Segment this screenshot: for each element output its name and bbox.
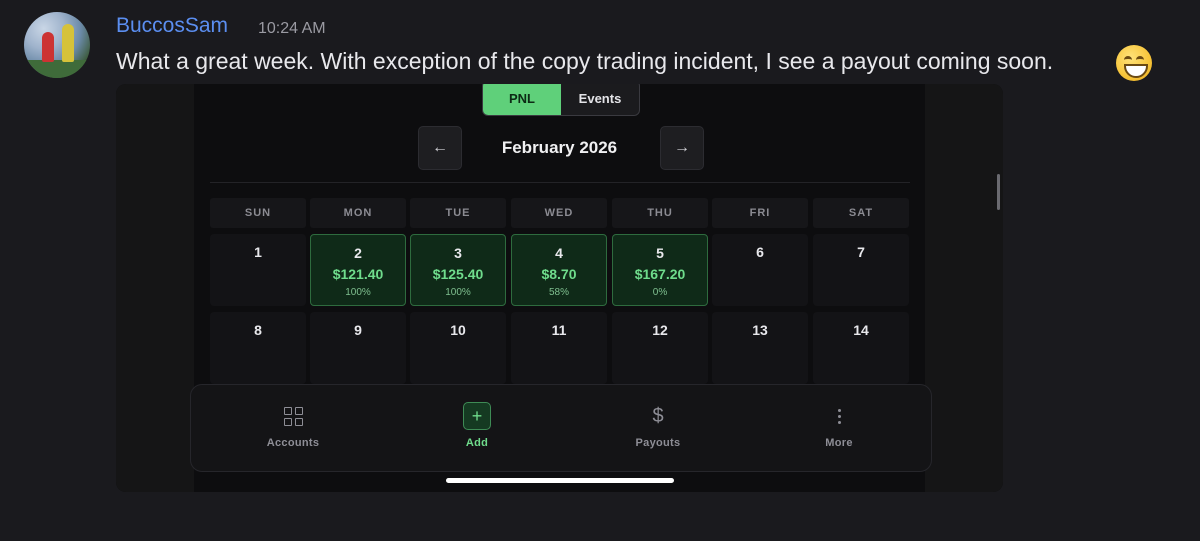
calendar-day[interactable]: 8: [210, 312, 306, 384]
calendar-day[interactable]: 10: [410, 312, 506, 384]
grinning-face-emoji-icon: [1116, 45, 1152, 81]
day-number: 2: [354, 245, 362, 261]
calendar-day[interactable]: 5 $167.20 0%: [612, 234, 708, 306]
day-percent: 58%: [548, 287, 569, 298]
avatar-ground: [24, 60, 90, 78]
day-number: 12: [652, 322, 668, 338]
weekday-fri: FRI: [712, 198, 808, 228]
weekday-thu: THU: [612, 198, 708, 228]
month-title: February 2026: [501, 138, 618, 157]
weekday-mon: MON: [310, 198, 406, 228]
nav-accounts-label: Accounts: [266, 437, 320, 449]
nav-add-label: Add: [465, 437, 489, 449]
calendar-day[interactable]: 3 $125.40 100%: [410, 234, 506, 306]
username[interactable]: BuccosSam: [116, 14, 228, 38]
day-number: 9: [354, 322, 362, 338]
home-indicator[interactable]: [446, 478, 674, 483]
day-number: 8: [254, 322, 262, 338]
day-percent: 0%: [652, 287, 668, 298]
calendar-day[interactable]: 14: [813, 312, 909, 384]
day-percent: 100%: [345, 287, 371, 298]
calendar-day[interactable]: 1: [210, 234, 306, 306]
calendar-day[interactable]: 9: [310, 312, 406, 384]
calendar-day[interactable]: 7: [813, 234, 909, 306]
dollar-icon: $: [652, 404, 664, 427]
day-number: 1: [254, 244, 262, 260]
timestamp: 10:24 AM: [258, 20, 326, 37]
weekday-sat: SAT: [813, 198, 909, 228]
day-number: 4: [555, 245, 563, 261]
calendar-day[interactable]: 4 $8.70 58%: [511, 234, 607, 306]
calendar-panel: PNL Events ← February 2026 → SUN MON TUE…: [190, 84, 932, 492]
calendar-day[interactable]: 11: [511, 312, 607, 384]
nav-more-label: More: [825, 437, 853, 449]
weekday-tue: TUE: [410, 198, 506, 228]
attached-screenshot[interactable]: PNL Events ← February 2026 → SUN MON TUE…: [116, 84, 1003, 492]
events-tab[interactable]: Events: [561, 84, 639, 115]
next-month-button[interactable]: →: [660, 126, 704, 170]
avatar[interactable]: [24, 12, 90, 78]
plus-icon: +: [463, 402, 491, 430]
day-number: 5: [656, 245, 664, 261]
calendar-day[interactable]: 13: [712, 312, 808, 384]
emoji-eye: [1124, 56, 1132, 64]
emoji-eye: [1136, 56, 1144, 64]
weekday-sun: SUN: [210, 198, 306, 228]
nav-add[interactable]: + Add: [417, 402, 537, 449]
day-number: 14: [853, 322, 869, 338]
nav-accounts[interactable]: Accounts: [233, 403, 353, 449]
nav-more[interactable]: More: [779, 403, 899, 449]
day-pnl: $8.70: [541, 266, 577, 282]
calendar-day[interactable]: 2 $121.40 100%: [310, 234, 406, 306]
day-number: 10: [450, 322, 466, 338]
avatar-figure: [42, 32, 54, 62]
day-percent: 100%: [445, 287, 471, 298]
emoji-mouth: [1124, 64, 1148, 78]
day-pnl: $125.40: [432, 266, 484, 282]
weekday-wed: WED: [511, 198, 607, 228]
arrow-right-icon: →: [674, 139, 690, 156]
scrollbar[interactable]: [997, 174, 1000, 210]
day-number: 3: [454, 245, 462, 261]
screenshot-left-margin: [116, 84, 194, 492]
pnl-tab[interactable]: PNL: [483, 84, 561, 115]
divider: [210, 182, 910, 183]
day-pnl: $121.40: [332, 266, 384, 282]
day-number: 7: [857, 244, 865, 260]
nav-payouts[interactable]: $ Payouts: [598, 403, 718, 450]
avatar-figure: [62, 24, 74, 62]
view-toggle: PNL Events: [482, 84, 640, 116]
day-pnl: $167.20: [634, 266, 686, 282]
day-number: 13: [752, 322, 768, 338]
grid-icon: [283, 406, 303, 426]
message-text: What a great week. With exception of the…: [116, 48, 1054, 74]
day-number: 6: [756, 244, 764, 260]
calendar-day[interactable]: 6: [712, 234, 808, 306]
more-vertical-icon: [837, 408, 841, 424]
bottom-nav: Accounts + Add $ Payouts More: [190, 384, 932, 472]
day-number: 11: [551, 322, 567, 338]
screenshot-right-margin: [925, 84, 1003, 492]
calendar-day[interactable]: 12: [612, 312, 708, 384]
nav-payouts-label: Payouts: [635, 437, 681, 449]
